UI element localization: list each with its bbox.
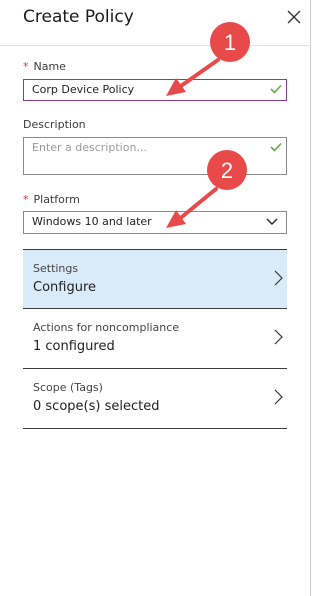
description-label: Description (23, 118, 86, 131)
required-mark: * (23, 193, 29, 206)
annotation-marker-2: 2 (166, 150, 247, 228)
blade-value: Configure (33, 280, 97, 295)
name-label: * Name (23, 60, 66, 73)
actions-noncompliance-blade[interactable]: Actions for noncompliance 1 configured (23, 309, 287, 369)
annotation-number: 2 (221, 158, 233, 183)
page-title: Create Policy (23, 7, 134, 27)
blade-title: Scope (Tags) (33, 381, 103, 394)
create-policy-panel: Create Policy * Name Corp Device Policy D… (0, 0, 311, 596)
platform-label: * Platform (23, 193, 80, 206)
blade-title: Settings (33, 262, 79, 275)
blade-title: Actions for noncompliance (33, 321, 180, 334)
chevron-right-icon (274, 270, 283, 286)
blade-value: 1 configured (33, 339, 115, 354)
name-field-value: Corp Device Policy (32, 83, 135, 96)
settings-blade[interactable]: Settings Configure (23, 249, 287, 309)
required-mark: * (23, 60, 29, 73)
description-placeholder: Enter a description... (32, 141, 147, 154)
panel-header: Create Policy (0, 0, 311, 46)
checkmark-icon (270, 142, 282, 152)
chevron-down-icon (266, 218, 278, 225)
platform-selected-value: Windows 10 and later (32, 215, 152, 228)
checkmark-icon (270, 84, 282, 94)
chevron-right-icon (274, 389, 283, 405)
annotation-number: 1 (224, 30, 236, 55)
close-icon[interactable] (283, 6, 305, 28)
annotation-marker-1: 1 (166, 22, 250, 96)
chevron-right-icon (274, 329, 283, 345)
scope-tags-blade[interactable]: Scope (Tags) 0 scope(s) selected (23, 369, 287, 429)
blade-value: 0 scope(s) selected (33, 399, 160, 414)
